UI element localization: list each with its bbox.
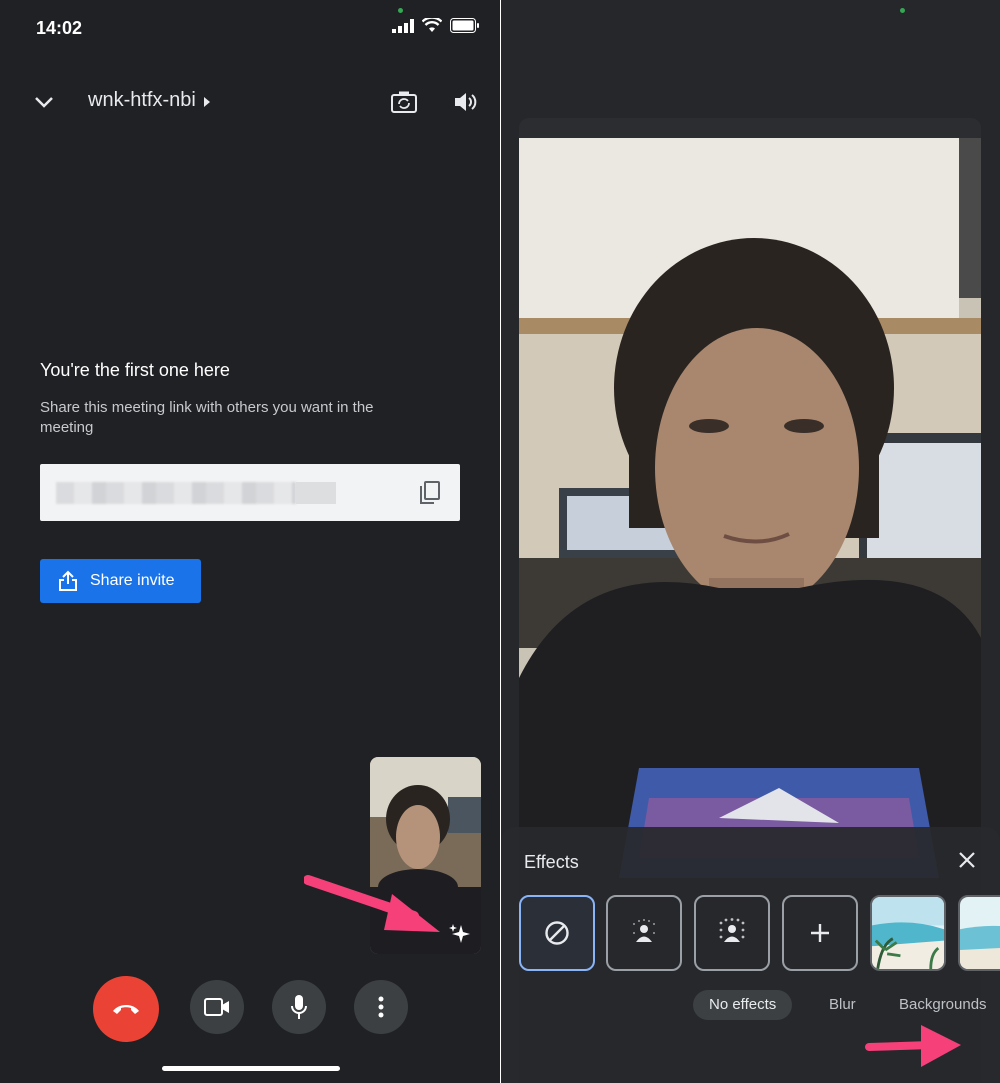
effects-title: Effects: [524, 852, 579, 872]
share-icon: [59, 570, 77, 591]
lobby-subtitle: Share this meeting link with others you …: [40, 399, 374, 436]
status-time: 14:02: [36, 18, 83, 38]
wifi-icon: [422, 18, 442, 32]
effects-screen: Effects No effects Blur Backgrounds: [501, 0, 1000, 1083]
copy-icon[interactable]: [418, 480, 442, 506]
signal-icon: [392, 18, 414, 33]
blurred-link: [56, 482, 296, 504]
sparkle-effects-icon[interactable]: [449, 922, 471, 944]
camera-indicator-dot: [398, 8, 403, 13]
end-call-icon: [113, 1005, 139, 1014]
effect-tile-beach-background-2[interactable]: [958, 895, 1000, 971]
share-invite-button[interactable]: Share invite: [40, 559, 201, 603]
camera-indicator-dot: [900, 8, 905, 13]
camera-toggle-button[interactable]: [190, 980, 244, 1034]
effect-tile-slight-blur[interactable]: [606, 895, 682, 971]
effect-tile-add[interactable]: [782, 895, 858, 971]
effects-panel: Effects No effects Blur Backgrounds: [501, 827, 1000, 1083]
blur-icon: [719, 918, 745, 942]
close-icon[interactable]: [956, 849, 978, 871]
home-indicator: [162, 1066, 340, 1071]
more-vert-icon: [378, 996, 384, 1018]
battery-icon: [450, 18, 479, 33]
more-options-button[interactable]: [354, 980, 408, 1034]
mic-toggle-button[interactable]: [272, 980, 326, 1034]
chevron-down-icon[interactable]: [32, 90, 56, 114]
annotation-arrow: [304, 875, 440, 932]
meeting-link-field[interactable]: [40, 464, 460, 521]
beach-background-image: [960, 897, 1000, 969]
camera-icon: [204, 998, 229, 1016]
tab-blur[interactable]: Blur: [829, 990, 856, 1020]
effect-tile-no-effect[interactable]: [519, 895, 595, 971]
beach-background-image: [872, 897, 944, 969]
switch-camera-icon[interactable]: [390, 88, 418, 116]
speaker-icon[interactable]: [452, 88, 480, 116]
blurred-link: [296, 482, 336, 504]
effect-tile-beach-background[interactable]: [870, 895, 946, 971]
status-icons: [392, 18, 480, 33]
annotation-arrow: [865, 1025, 961, 1067]
meeting-code-text: wnk-htfx-nbi: [88, 89, 196, 111]
lobby-title: You're the first one here: [40, 360, 230, 380]
share-invite-label: Share invite: [90, 572, 175, 589]
tab-backgrounds[interactable]: Backgrounds: [899, 990, 987, 1020]
effect-tile-blur[interactable]: [694, 895, 770, 971]
mic-icon: [291, 995, 307, 1019]
end-call-button[interactable]: [93, 976, 159, 1042]
meeting-code[interactable]: wnk-htfx-nbi: [88, 89, 210, 112]
tab-no-effects[interactable]: No effects: [693, 990, 793, 1020]
add-icon: [811, 924, 829, 942]
effect-category-tabs: No effects Blur Backgrounds: [501, 990, 1000, 1020]
caret-right-icon: [203, 96, 210, 107]
no-effect-icon: [545, 921, 569, 945]
slight-blur-icon: [633, 919, 655, 942]
meet-lobby-screen: 14:02 wnk-htfx-nbi You're the first one …: [0, 0, 500, 1083]
